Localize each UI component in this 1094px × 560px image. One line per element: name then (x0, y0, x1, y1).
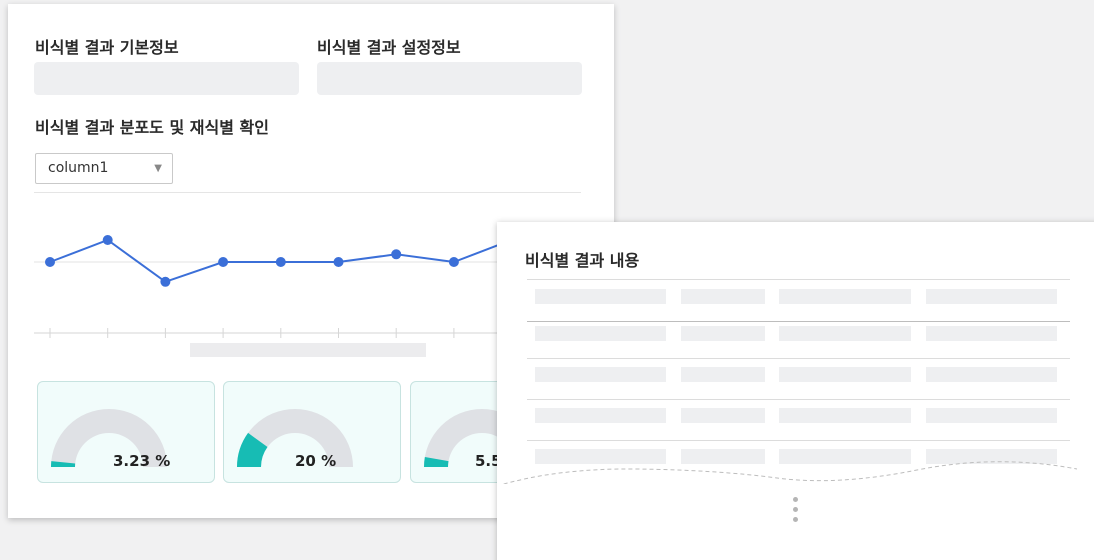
column-select-value: column1 (48, 160, 109, 176)
result-content-panel: 비식별 결과 내용 (497, 222, 1094, 560)
gauge-2-value: 20 % (295, 452, 337, 470)
chart-point (391, 249, 402, 260)
chart-point (218, 257, 229, 267)
basic-info-box (34, 62, 299, 95)
chart-point (448, 257, 459, 267)
column-select[interactable]: column1 ▼ (35, 153, 173, 184)
chart-point (275, 257, 286, 267)
chart-divider (34, 192, 581, 193)
gauge-card-1: 3.23 % (37, 381, 215, 483)
chart-point (45, 257, 55, 267)
chart-scrollbar[interactable] (190, 343, 426, 357)
more-rows-ellipsis-icon (793, 497, 799, 527)
distribution-title: 비식별 결과 분포도 및 재식별 확인 (35, 118, 269, 137)
gauge-1-value: 3.23 % (113, 452, 171, 470)
gauge-card-2: 20 % (223, 381, 401, 483)
chart-point (333, 257, 344, 267)
chart-point (160, 276, 171, 287)
chart-point (102, 235, 113, 245)
settings-info-box (317, 62, 582, 95)
caret-down-icon: ▼ (154, 163, 162, 174)
settings-info-title: 비식별 결과 설정정보 (317, 38, 461, 57)
basic-info-title: 비식별 결과 기본정보 (35, 38, 179, 57)
